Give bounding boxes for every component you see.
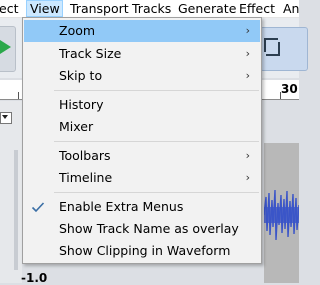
menu-separator xyxy=(54,141,259,142)
menu-item-label: Show Track Name as overlay xyxy=(59,221,239,236)
waveform-icon xyxy=(264,189,299,241)
menu-view[interactable]: View xyxy=(26,0,63,17)
menu-item-enable-extra-menus[interactable]: Enable Extra Menus xyxy=(24,196,260,218)
menu-item-toolbars[interactable]: Toolbars › xyxy=(24,145,260,167)
menu-effect[interactable]: Effect xyxy=(236,0,278,17)
chevron-right-icon: › xyxy=(245,24,250,37)
menu-item-label: History xyxy=(59,97,104,112)
selection-tool-icon-part xyxy=(266,42,280,56)
menu-bar: ect View Transport Tracks Generate Effec… xyxy=(0,0,299,18)
checkmark-icon xyxy=(31,202,45,213)
chevron-right-icon: › xyxy=(245,149,250,162)
menu-item-zoom[interactable]: Zoom › xyxy=(24,20,260,42)
menu-edit[interactable]: ect xyxy=(0,0,21,17)
play-icon xyxy=(0,40,11,54)
chevron-down-icon xyxy=(2,115,8,119)
menu-transport[interactable]: Transport xyxy=(67,0,132,17)
ruler-tick xyxy=(18,92,19,99)
menu-item-timeline[interactable]: Timeline › xyxy=(24,167,260,189)
chevron-right-icon: › xyxy=(245,171,250,184)
menu-separator xyxy=(54,90,259,91)
menu-item-skip-to[interactable]: Skip to › xyxy=(24,65,260,87)
track-scroll[interactable] xyxy=(14,150,18,270)
menu-item-mixer[interactable]: Mixer xyxy=(24,116,260,138)
chevron-right-icon: › xyxy=(245,47,250,60)
menu-item-label: Timeline xyxy=(59,170,113,185)
menu-item-show-clipping[interactable]: Show Clipping in Waveform xyxy=(24,240,260,262)
menu-item-label: Skip to xyxy=(59,68,103,83)
view-menu: Zoom › Track Size › Skip to › History Mi… xyxy=(22,17,262,264)
menu-generate[interactable]: Generate xyxy=(175,0,239,17)
menu-separator xyxy=(54,192,259,193)
menu-item-label: Mixer xyxy=(59,119,94,134)
menu-item-track-size[interactable]: Track Size › xyxy=(24,43,260,65)
track-control-panel xyxy=(0,101,22,283)
menu-item-label: Enable Extra Menus xyxy=(59,199,184,214)
menu-item-label: Show Clipping in Waveform xyxy=(59,243,231,258)
menu-item-label: Track Size xyxy=(59,46,122,61)
ruler-label: 30 xyxy=(281,82,298,96)
menu-item-history[interactable]: History xyxy=(24,94,260,116)
menu-item-label: Toolbars xyxy=(59,148,111,163)
menu-item-show-track-name[interactable]: Show Track Name as overlay xyxy=(24,218,260,240)
chevron-right-icon: › xyxy=(245,69,250,82)
menu-analyze[interactable]: An xyxy=(280,0,302,17)
menu-item-label: Zoom xyxy=(59,23,96,38)
menu-tracks[interactable]: Tracks xyxy=(129,0,174,17)
